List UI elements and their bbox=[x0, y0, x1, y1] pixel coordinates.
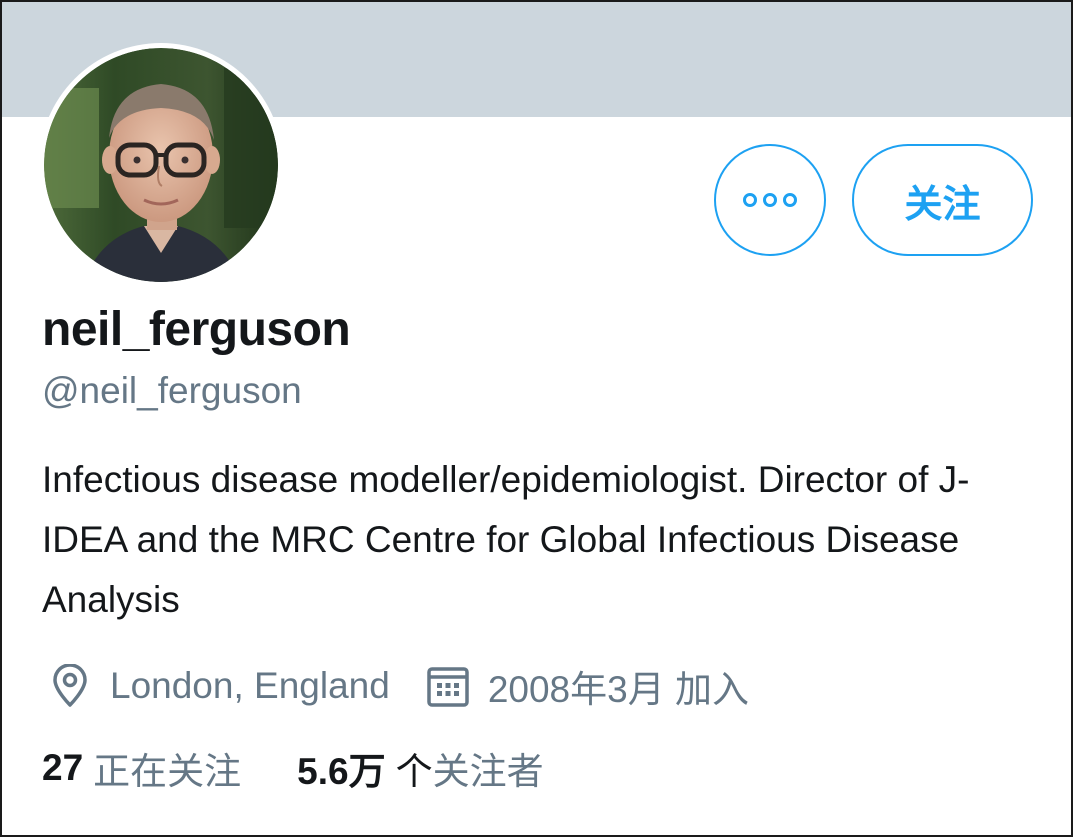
following-count: 27 bbox=[42, 747, 84, 788]
profile-card: 关注 neil_ferguson @neil_ferguson Infectio… bbox=[0, 0, 1073, 837]
location-text: London, England bbox=[110, 665, 390, 706]
profile-bio: Infectious disease modeller/epidemiologi… bbox=[42, 459, 970, 620]
location-item: London, England bbox=[42, 658, 390, 714]
avatar-photo bbox=[44, 48, 278, 282]
followers-unit: 个 bbox=[395, 751, 433, 792]
more-options-button[interactable] bbox=[714, 144, 826, 256]
follow-button[interactable]: 关注 bbox=[852, 144, 1033, 256]
joined-text: 2008年3月 加入 bbox=[487, 669, 749, 710]
joined-item: 2008年3月 加入 bbox=[420, 658, 749, 714]
follow-button-label: 关注 bbox=[904, 183, 981, 226]
more-dots-icon bbox=[743, 193, 797, 207]
location-pin-icon bbox=[42, 658, 98, 714]
following-label: 正在关注 bbox=[93, 751, 242, 792]
followers-count: 5.6万 bbox=[297, 751, 386, 792]
profile-stats: 27 正在关注 5.6万 个 关注者 bbox=[42, 740, 544, 796]
avatar[interactable] bbox=[39, 43, 283, 287]
display-name: neil_ferguson bbox=[42, 303, 351, 356]
following-stat[interactable]: 27 正在关注 bbox=[42, 741, 241, 795]
followers-stat[interactable]: 5.6万 个 关注者 bbox=[297, 741, 543, 795]
profile-meta: London, England 2008年3月 加入 bbox=[42, 658, 749, 714]
user-handle: @neil_ferguson bbox=[42, 370, 302, 411]
calendar-icon bbox=[420, 658, 476, 714]
followers-label: 关注者 bbox=[432, 751, 544, 792]
